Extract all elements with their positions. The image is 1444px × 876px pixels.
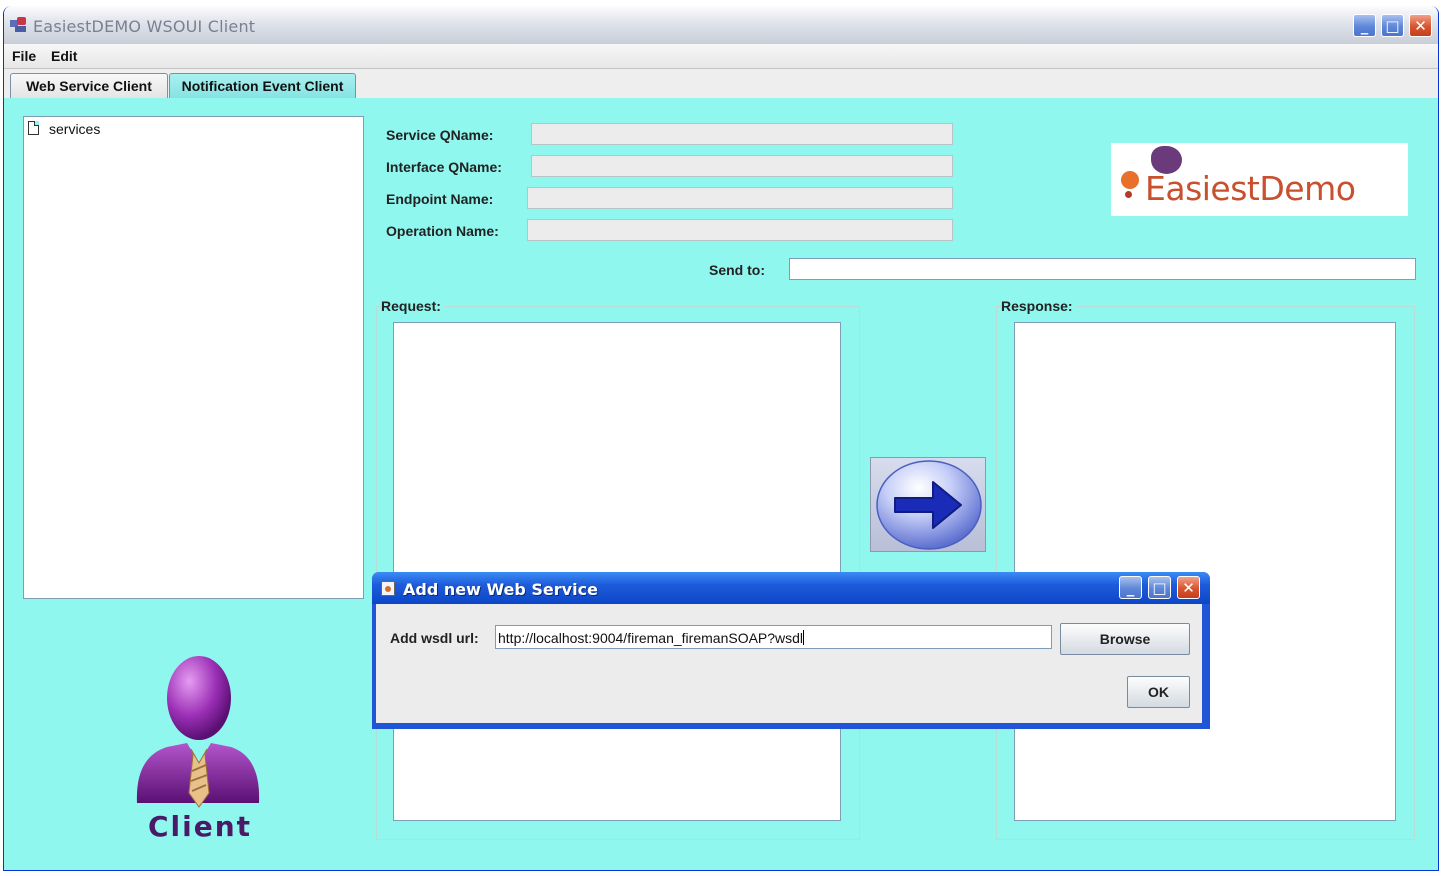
endpoint-name-field[interactable]: [527, 187, 953, 209]
java-icon: [381, 581, 395, 596]
tab-strip: Web Service Client Notification Event Cl…: [4, 69, 1438, 99]
text-caret: [803, 630, 805, 645]
dialog-maximize-button[interactable]: □: [1148, 576, 1171, 599]
send-to-label: Send to:: [709, 262, 765, 278]
wsdl-url-label: Add wsdl url:: [390, 630, 479, 646]
file-icon: [28, 121, 39, 135]
app-icon: [10, 17, 28, 33]
dialog-title-bar[interactable]: Add new Web Service _ □ ✕: [372, 572, 1210, 604]
main-window: EasiestDEMO WSOUI Client _ □ ✕ File Edit…: [3, 6, 1439, 871]
dialog-title: Add new Web Service: [403, 580, 598, 599]
add-web-service-dialog: Add new Web Service _ □ ✕ Add wsdl url: …: [372, 572, 1210, 729]
browse-button[interactable]: Browse: [1060, 623, 1190, 655]
menu-edit[interactable]: Edit: [51, 48, 77, 64]
menu-file[interactable]: File: [12, 48, 36, 64]
user-icon: [136, 656, 260, 808]
title-bar[interactable]: EasiestDEMO WSOUI Client _ □ ✕: [4, 6, 1438, 45]
request-label: Request:: [381, 298, 444, 314]
interface-qname-label: Interface QName:: [386, 159, 502, 175]
menu-bar: File Edit: [4, 44, 1438, 69]
maximize-button[interactable]: □: [1381, 14, 1404, 37]
minimize-button[interactable]: _: [1353, 14, 1376, 37]
window-title: EasiestDEMO WSOUI Client: [33, 17, 256, 36]
dialog-close-button[interactable]: ✕: [1177, 576, 1200, 599]
send-to-field[interactable]: [789, 258, 1416, 280]
tab-notification-event-client[interactable]: Notification Event Client: [169, 73, 356, 98]
interface-qname-field[interactable]: [531, 155, 953, 177]
logo-text: EasiestDemo: [1145, 169, 1356, 208]
arrow-right-icon: [876, 460, 982, 550]
ok-button[interactable]: OK: [1127, 676, 1190, 708]
wsdl-url-input[interactable]: http://localhost:9004/fireman_firemanSOA…: [495, 625, 1052, 649]
web-service-client-panel: services Service QName: Interface QName:…: [4, 98, 1438, 870]
response-label: Response:: [1001, 298, 1076, 314]
tab-web-service-client[interactable]: Web Service Client: [10, 73, 168, 98]
service-qname-field[interactable]: [531, 123, 953, 145]
endpoint-name-label: Endpoint Name:: [386, 191, 494, 207]
dialog-body: Add wsdl url: http://localhost:9004/fire…: [376, 604, 1202, 723]
operation-name-label: Operation Name:: [386, 223, 499, 239]
send-request-button[interactable]: [870, 457, 986, 552]
wsdl-url-value: http://localhost:9004/fireman_firemanSOA…: [498, 630, 804, 646]
operation-name-field[interactable]: [527, 219, 953, 241]
services-tree[interactable]: services: [23, 116, 364, 599]
close-button[interactable]: ✕: [1409, 14, 1432, 37]
service-qname-label: Service QName:: [386, 127, 494, 143]
client-label: Client: [148, 810, 253, 843]
dialog-minimize-button[interactable]: _: [1119, 576, 1142, 599]
easiestdemo-logo: EasiestDemo: [1111, 143, 1408, 216]
tree-node-services[interactable]: services: [49, 121, 100, 137]
